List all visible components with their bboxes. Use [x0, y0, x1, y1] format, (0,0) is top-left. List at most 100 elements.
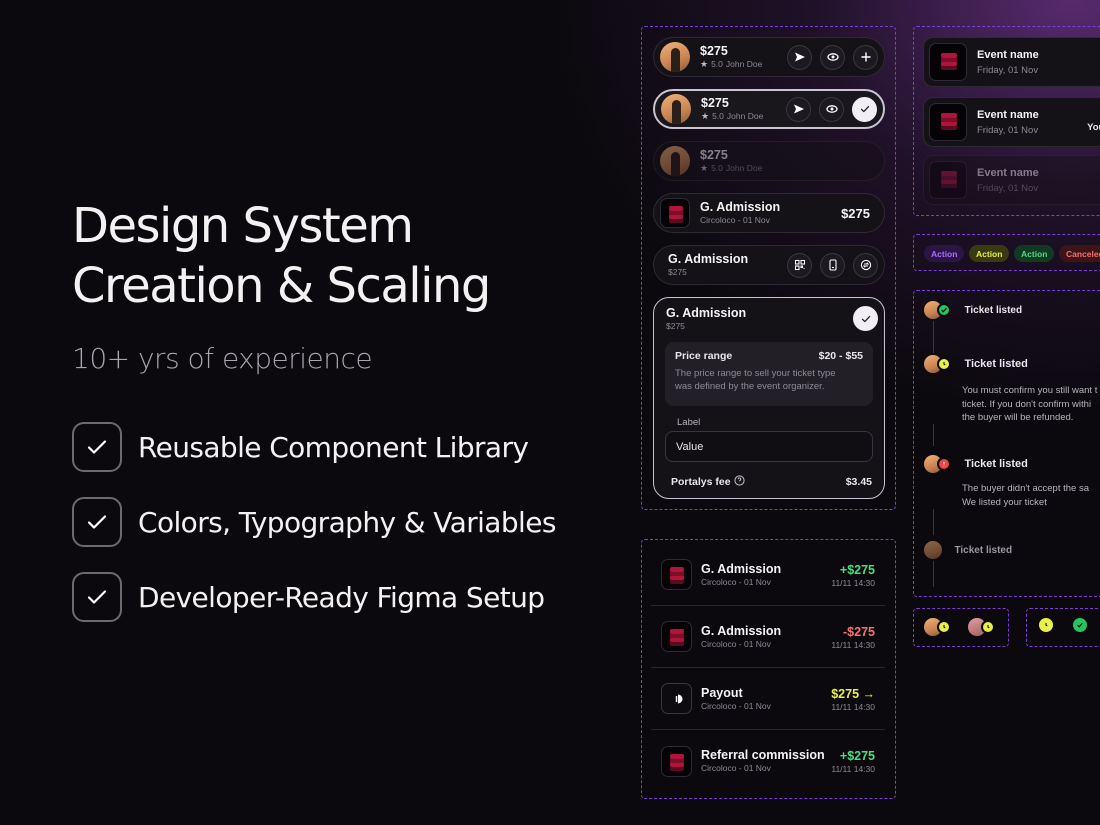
- event-thumbnail: [929, 103, 967, 141]
- transaction-date: 11/11 14:30: [831, 577, 875, 588]
- plus-icon: [860, 52, 871, 62]
- listing-card-disabled: $275 ★ 5.0 John Doe: [653, 141, 885, 181]
- transaction-title: Referral commission: [701, 748, 825, 762]
- hero-title-line2: Creation & Scaling: [72, 258, 491, 314]
- seller-name: John Doe: [725, 59, 763, 69]
- checkmark-icon: [72, 497, 122, 547]
- clock-icon: [1039, 618, 1053, 632]
- ticket-price: $275: [668, 267, 687, 277]
- clock-icon: [937, 620, 951, 634]
- timeline-item: Ticket listed You must confirm you still…: [924, 355, 1097, 425]
- ticket-expanded-card[interactable]: G. Admission $275 Price range $20 - $55 …: [653, 297, 885, 499]
- check-icon: [861, 315, 870, 322]
- price-range-info: Price range $20 - $55 The price range to…: [665, 342, 873, 406]
- status-icons-frame: [1026, 608, 1100, 647]
- timeline-connector: [933, 424, 934, 446]
- feature-list: Reusable Component Library Colors, Typog…: [72, 421, 612, 623]
- transaction-title: G. Admission: [701, 623, 782, 638]
- checkmark-icon: [72, 422, 122, 472]
- listing-card-default[interactable]: $275 ★ 5.0 John Doe: [653, 37, 885, 77]
- timeline-description: You must confirm you still want t: [962, 385, 1098, 397]
- feature-item: Colors, Typography & Variables: [72, 496, 612, 548]
- feature-label: Developer-Ready Figma Setup: [138, 580, 545, 614]
- payout-icon: [661, 683, 692, 714]
- timeline-title: Ticket listed: [954, 544, 1013, 556]
- clock-icon: [981, 620, 995, 634]
- send-button[interactable]: [787, 44, 812, 70]
- hero-title: Design System Creation & Scaling: [72, 196, 612, 316]
- listing-price: $275: [701, 96, 729, 110]
- transaction-row[interactable]: G. Admission Circoloco - 01 Nov +$275 11…: [651, 544, 885, 606]
- rating: 5.0: [711, 163, 723, 173]
- star-icon: ★: [700, 59, 709, 69]
- event-name: Event name: [977, 166, 1039, 179]
- seller-name: John Doe: [725, 163, 763, 173]
- timeline-description: We listed your ticket: [962, 496, 1047, 508]
- transaction-amount: $275 →: [831, 686, 875, 701]
- selected-check-button[interactable]: [852, 96, 877, 122]
- send-icon: [793, 104, 804, 114]
- send-button[interactable]: [786, 96, 811, 122]
- ticket-title: G. Admission: [700, 200, 781, 214]
- wallet-button[interactable]: [820, 252, 845, 278]
- transaction-amount: +$275: [839, 749, 875, 763]
- transaction-subtitle: Circoloco - 01 Nov: [701, 576, 771, 587]
- hero-subtitle: 10+ yrs of experience: [72, 342, 373, 375]
- event-card[interactable]: Event name Friday, 01 Nov: [923, 37, 1100, 87]
- ticket-price: $275: [666, 321, 685, 331]
- transaction-amount: -$275: [843, 624, 875, 639]
- transaction-subtitle: Circoloco - 01 Nov: [701, 700, 771, 711]
- transaction-row[interactable]: Payout Circoloco - 01 Nov $275 → 11/11 1…: [651, 668, 885, 730]
- timeline-description: the buyer will be refunded.: [962, 412, 1074, 424]
- avatar: [660, 42, 690, 72]
- transfer-button[interactable]: [853, 252, 878, 278]
- view-button[interactable]: [819, 96, 844, 122]
- qr-code-button[interactable]: [787, 252, 812, 278]
- feature-label: Reusable Component Library: [138, 430, 529, 464]
- eye-icon: [825, 105, 838, 113]
- timeline-item-inactive: Ticket listed: [924, 541, 1012, 559]
- phone-icon: [828, 259, 837, 271]
- selected-check-button[interactable]: [853, 306, 878, 331]
- rating: 5.0: [712, 111, 724, 121]
- listing-price: $275: [700, 148, 728, 162]
- status-badge: Action: [1014, 245, 1055, 262]
- timeline-description: The buyer didn't accept the sa: [962, 483, 1089, 495]
- help-icon[interactable]: [733, 475, 745, 486]
- alert-icon: [937, 457, 951, 471]
- listing-card-selected[interactable]: $275 ★ 5.0 John Doe: [653, 89, 885, 129]
- event-thumbnail: [929, 43, 967, 81]
- transaction-row[interactable]: Referral commission Circoloco - 01 Nov +…: [651, 730, 885, 792]
- fee-value: $3.45: [845, 475, 872, 488]
- add-button[interactable]: [853, 44, 878, 70]
- event-name: Event name: [977, 108, 1039, 121]
- timeline-description: ticket. If you don't confirm withi: [962, 398, 1092, 410]
- ticket-actions-card[interactable]: G. Admission $275: [653, 245, 885, 285]
- event-thumbnail: [661, 621, 692, 652]
- event-name: Event name: [977, 48, 1039, 61]
- avatar-status-frame: [913, 608, 1009, 647]
- status-badge: Action: [969, 245, 1010, 262]
- value-input[interactable]: Value: [665, 431, 873, 462]
- status-badge: Action: [924, 245, 965, 262]
- event-thumbnail: [929, 161, 967, 199]
- timeline-connector: [933, 561, 934, 587]
- event-card-disabled: Event name Friday, 01 Nov: [923, 155, 1100, 205]
- timeline-item: Ticket listed: [924, 301, 1022, 319]
- transaction-subtitle: Circoloco - 01 Nov: [701, 763, 771, 773]
- event-card[interactable]: Event name Friday, 01 Nov Your: [923, 97, 1100, 147]
- event-thumbnail: [661, 745, 692, 777]
- ticket-price: $275: [841, 205, 870, 221]
- ticket-card[interactable]: G. Admission Circoloco - 01 Nov $275: [653, 193, 885, 233]
- ticket-subtitle: Circoloco - 01 Nov: [700, 215, 770, 225]
- event-date: Friday, 01 Nov: [977, 64, 1039, 76]
- event-date: Friday, 01 Nov: [977, 124, 1039, 136]
- hero-title-line1: Design System: [72, 198, 414, 254]
- transaction-date: 11/11 14:30: [831, 764, 875, 774]
- transaction-date: 11/11 14:30: [831, 639, 875, 650]
- view-button[interactable]: [820, 44, 845, 70]
- price-range-description: The price range to sell your ticket type: [675, 368, 836, 379]
- transaction-row[interactable]: G. Admission Circoloco - 01 Nov -$275 11…: [651, 606, 885, 668]
- timeline-connector: [933, 509, 934, 535]
- swap-icon: [860, 259, 871, 271]
